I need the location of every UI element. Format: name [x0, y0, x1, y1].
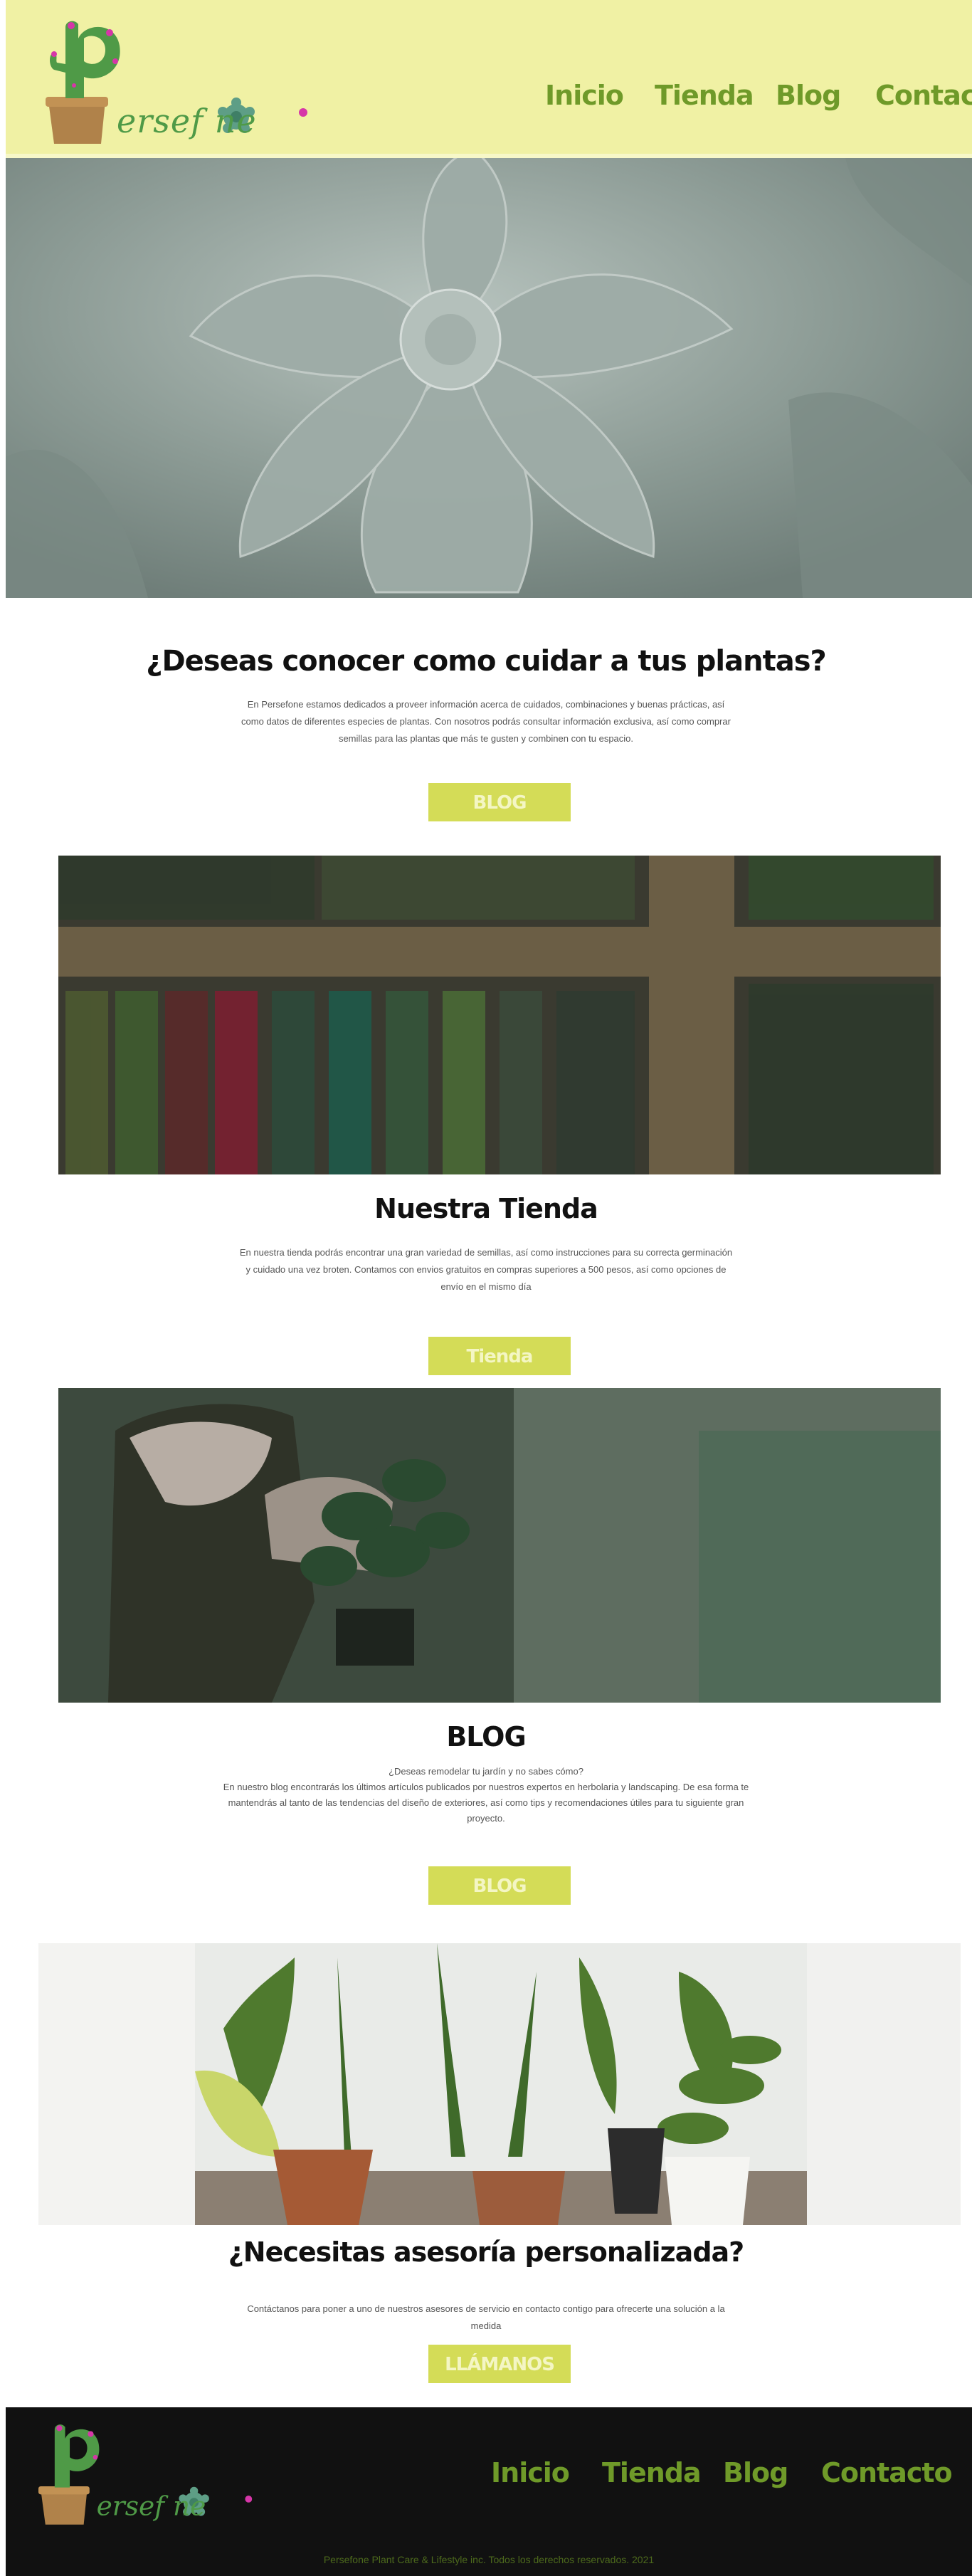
section-advice-text: Contáctanos para poner a uno de nuestros…: [247, 2303, 725, 2331]
section-care-title: ¿Deseas conocer como cuidar a tus planta…: [146, 645, 826, 678]
llamanos-button[interactable]: LLÁMANOS: [428, 2345, 571, 2383]
indoor-plants-image: [38, 1943, 961, 2225]
copyright-text: Persefone Plant Care & Lifestyle inc. To…: [323, 2554, 655, 2565]
blog-button-2[interactable]: BLOG: [428, 1866, 571, 1905]
section-blog-text: En nuestro blog encontrarás los últimos …: [223, 1782, 749, 1824]
footer-nav: Inicio Tienda Blog Contacto: [6, 2457, 972, 2500]
tienda-button[interactable]: Tienda: [428, 1337, 571, 1375]
site-header: ersef ne Inicio Tienda Blog Contacto: [6, 0, 972, 158]
site-footer: ersef ne Inicio Tienda Blog Contacto Per…: [6, 2407, 972, 2576]
nav-blog[interactable]: Blog: [776, 80, 841, 111]
section-blog-subtitle: ¿Deseas remodelar tu jardín y no sabes c…: [389, 1766, 583, 1777]
section-care-text: En Persefone estamos dedicados a proveer…: [241, 699, 731, 744]
hero-succulent-image: [6, 158, 972, 598]
section-store-title: Nuestra Tienda: [374, 1193, 598, 1224]
gardener-plant-image: [58, 1388, 941, 1703]
section-store-text: En nuestra tienda podrás encontrar una g…: [239, 1247, 733, 1292]
footer-nav-contacto[interactable]: Contacto: [821, 2457, 953, 2488]
nav-contacto[interactable]: Contacto: [875, 80, 972, 111]
main-nav: Inicio Tienda Blog Contacto: [6, 80, 972, 122]
nav-tienda[interactable]: Tienda: [655, 80, 754, 111]
footer-nav-tienda[interactable]: Tienda: [602, 2457, 702, 2488]
blog-button[interactable]: BLOG: [428, 783, 571, 821]
section-blog-title: BLOG: [446, 1721, 526, 1752]
footer-nav-inicio[interactable]: Inicio: [491, 2457, 570, 2488]
nav-inicio[interactable]: Inicio: [545, 80, 624, 111]
garden-aerial-image: [58, 856, 941, 1174]
footer-nav-blog[interactable]: Blog: [723, 2457, 788, 2488]
section-advice-title: ¿Necesitas asesoría personalizada?: [228, 2236, 744, 2268]
